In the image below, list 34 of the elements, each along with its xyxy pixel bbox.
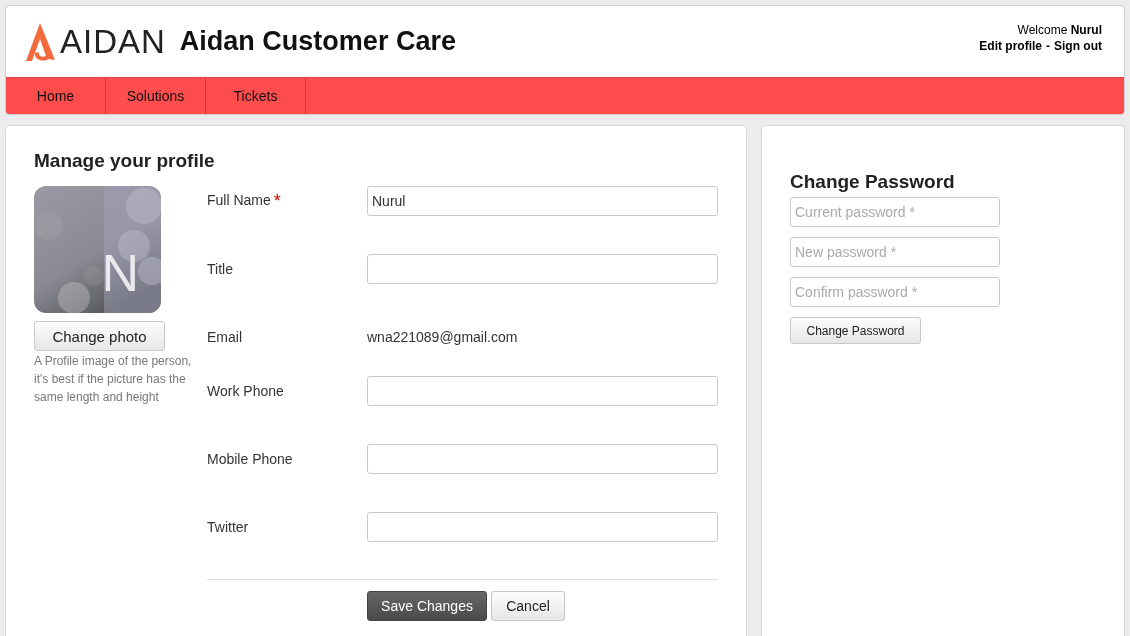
cancel-button[interactable]: Cancel bbox=[491, 591, 565, 621]
save-button[interactable]: Save Changes bbox=[367, 591, 487, 621]
field-label: Email bbox=[207, 329, 242, 345]
field-value: wna221089@gmail.com bbox=[367, 329, 518, 345]
welcome-text: Welcome Nurul bbox=[1016, 21, 1102, 38]
text-field[interactable] bbox=[367, 376, 718, 406]
header-link[interactable]: Edit profile bbox=[979, 38, 1042, 53]
hint-text: A Profile image of the person, it's best if the picture has the same length and height bbox=[34, 353, 193, 406]
password-field[interactable]: New password * bbox=[790, 237, 1000, 267]
logo-icon bbox=[24, 21, 58, 62]
nav-tab[interactable]: Tickets bbox=[206, 78, 306, 114]
nav-tab[interactable]: Solutions bbox=[106, 78, 206, 114]
change-photo-button[interactable]: Change photo bbox=[34, 321, 165, 351]
text-field[interactable] bbox=[367, 512, 718, 542]
logo-text: AIDAN bbox=[60, 22, 166, 61]
app-title: Aidan Customer Care bbox=[179, 26, 456, 57]
avatar-initial: N bbox=[101, 243, 139, 303]
separator: - bbox=[1046, 38, 1050, 53]
field-label: Full Name bbox=[207, 191, 271, 208]
section-heading: Change Password bbox=[790, 171, 956, 193]
change-password-button[interactable]: Change Password bbox=[790, 317, 921, 344]
field-label: Mobile Phone bbox=[207, 451, 293, 467]
field-label: Work Phone bbox=[207, 383, 284, 399]
text-field[interactable]: Nurul bbox=[367, 186, 718, 216]
required-mark: * bbox=[273, 190, 281, 211]
text-field[interactable] bbox=[367, 254, 718, 284]
field-label: Title bbox=[207, 261, 233, 277]
field-label: Twitter bbox=[207, 519, 249, 535]
password-field[interactable]: Current password * bbox=[790, 197, 1000, 227]
text-field[interactable] bbox=[367, 444, 718, 474]
header-link[interactable]: Sign out bbox=[1054, 38, 1102, 53]
password-field[interactable]: Confirm password * bbox=[790, 277, 1000, 307]
nav-tab[interactable]: Home bbox=[6, 78, 106, 114]
section-heading: Manage your profile bbox=[34, 150, 216, 172]
